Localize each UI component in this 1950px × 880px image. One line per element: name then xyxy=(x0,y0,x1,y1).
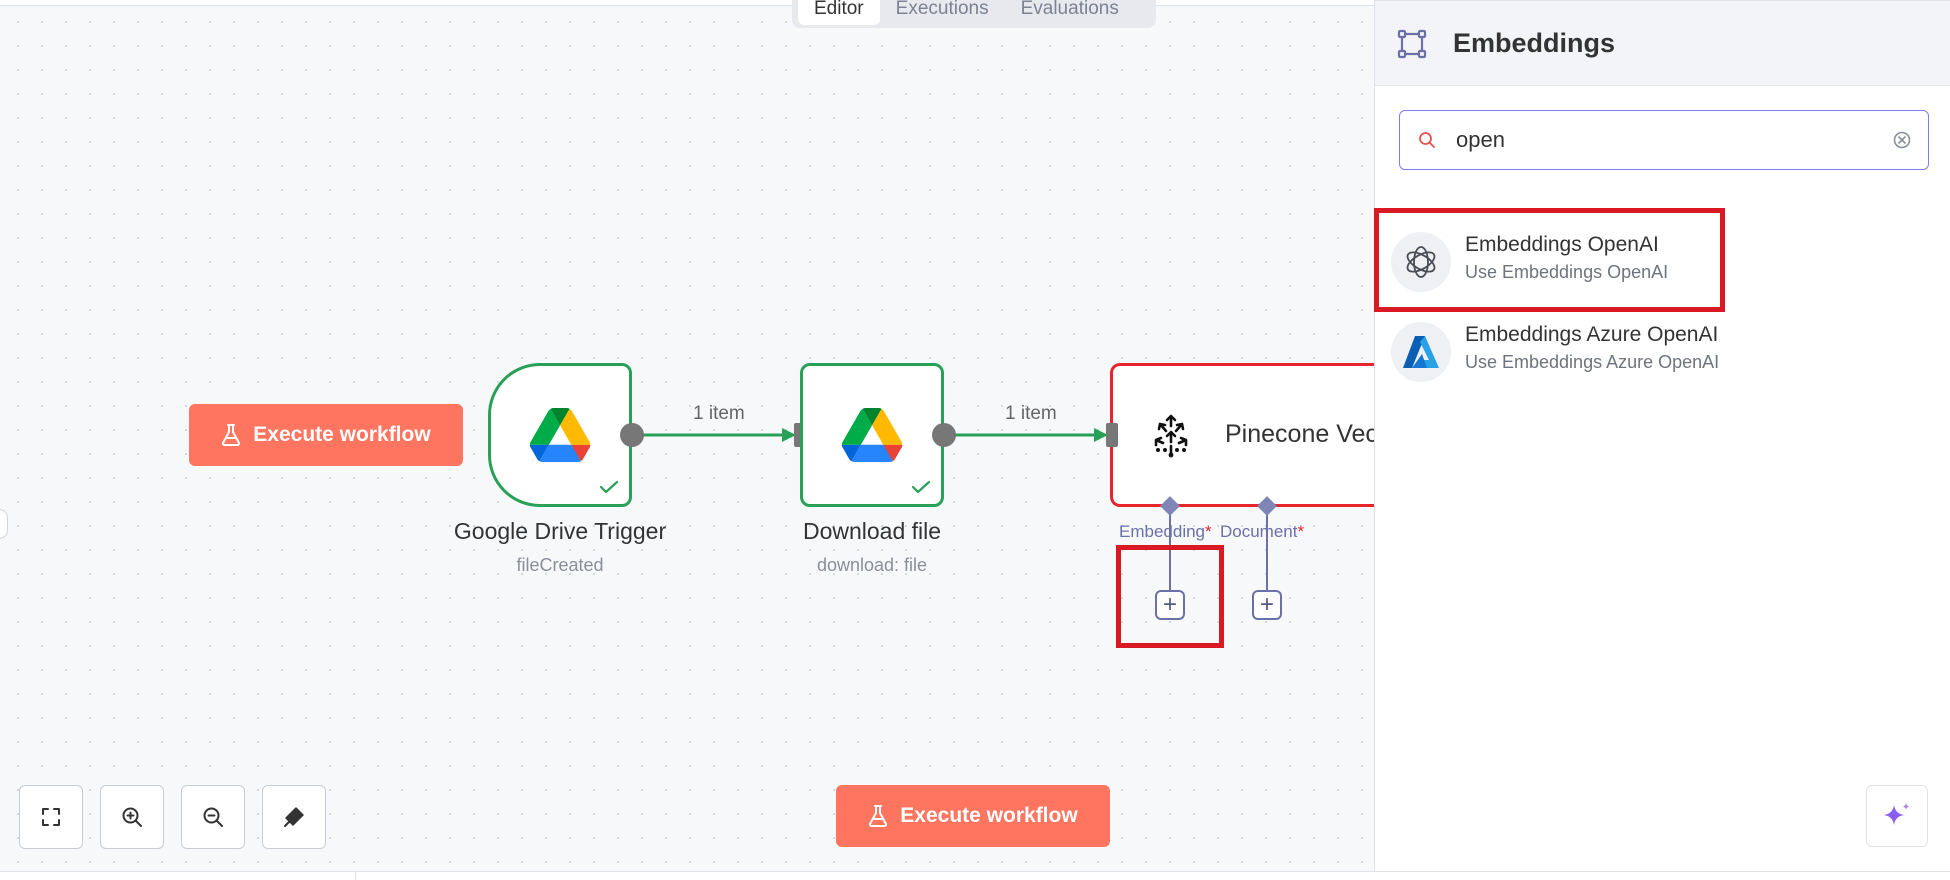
output-handle-1[interactable] xyxy=(620,423,644,447)
bottom-panel-border xyxy=(0,871,1950,880)
node-creator-panel: Embeddings Embeddings OpenAI Use Embeddi… xyxy=(1374,0,1950,872)
embedding-port-diamond[interactable] xyxy=(1158,494,1182,518)
document-port-label: Document* xyxy=(1220,522,1305,541)
pinecone-icon xyxy=(1154,414,1188,458)
google-drive-icon xyxy=(841,408,903,462)
panel-header: Embeddings xyxy=(1375,0,1950,86)
execute-workflow-label: Execute workflow xyxy=(900,804,1078,827)
node-subtitle: fileCreated xyxy=(516,555,604,575)
openai-icon xyxy=(1391,232,1451,292)
execute-workflow-label: Execute workflow xyxy=(253,423,431,446)
result-item-embeddings-openai[interactable]: Embeddings OpenAI Use Embeddings OpenAI xyxy=(1391,220,1950,296)
result-subtitle: Use Embeddings OpenAI xyxy=(1465,262,1669,282)
result-item-embeddings-azure-openai[interactable]: Embeddings Azure OpenAI Use Embeddings A… xyxy=(1391,310,1950,386)
execute-workflow-button[interactable]: Execute workflow xyxy=(189,404,463,466)
view-tabs: Editor Executions Evaluations xyxy=(792,0,1156,28)
ai-assistant-button[interactable] xyxy=(1866,785,1928,847)
embedding-port-label: Embedding* xyxy=(1119,522,1212,541)
fit-view-icon xyxy=(42,808,60,826)
add-document-button[interactable]: + xyxy=(1252,590,1282,620)
tab-evaluations[interactable]: Evaluations xyxy=(1005,0,1135,25)
fit-view-button[interactable] xyxy=(19,785,83,849)
google-drive-trigger-node[interactable] xyxy=(488,363,632,507)
google-drive-icon xyxy=(529,408,591,462)
execute-workflow-footer-button[interactable]: Execute workflow xyxy=(836,785,1110,847)
search-icon xyxy=(1419,132,1435,148)
node-subtitle: download: file xyxy=(816,555,928,575)
workflow-canvas[interactable]: Execute workflow Google Drive Trigger fi… xyxy=(0,0,1374,872)
add-embedding-button[interactable]: + xyxy=(1155,590,1185,620)
download-file-node[interactable] xyxy=(800,363,944,507)
success-check-icon xyxy=(911,480,931,494)
zoom-in-icon xyxy=(122,807,142,827)
flask-icon xyxy=(222,424,241,446)
search-input[interactable] xyxy=(1456,125,1876,155)
node-title: Download file xyxy=(802,518,942,544)
node-title: Pinecone Vec xyxy=(1225,420,1374,448)
tab-editor[interactable]: Editor xyxy=(798,0,880,25)
zoom-out-button[interactable] xyxy=(181,785,245,849)
edge-label: 1 item xyxy=(1005,403,1057,424)
document-port-diamond[interactable] xyxy=(1255,494,1279,518)
vector-square-icon xyxy=(1397,29,1427,59)
clean-up-icon xyxy=(284,807,304,827)
result-title: Embeddings Azure OpenAI xyxy=(1465,323,1719,346)
result-title: Embeddings OpenAI xyxy=(1465,233,1659,256)
tab-executions[interactable]: Executions xyxy=(880,0,1005,25)
clean-up-button[interactable] xyxy=(262,785,326,849)
node-search-field[interactable] xyxy=(1399,110,1929,170)
flask-icon xyxy=(869,805,888,827)
success-check-icon xyxy=(599,480,619,494)
node-title: Google Drive Trigger xyxy=(453,518,667,544)
input-handle-3[interactable] xyxy=(1106,423,1118,447)
panel-title: Embeddings xyxy=(1453,28,1616,58)
zoom-out-icon xyxy=(203,807,223,827)
clear-search-icon[interactable] xyxy=(1892,130,1912,150)
zoom-in-button[interactable] xyxy=(100,785,164,849)
sparkle-icon xyxy=(1884,803,1910,825)
output-handle-2[interactable] xyxy=(932,423,956,447)
azure-icon xyxy=(1391,322,1451,382)
result-subtitle: Use Embeddings Azure OpenAI xyxy=(1465,352,1720,372)
edge-label: 1 item xyxy=(693,403,745,424)
